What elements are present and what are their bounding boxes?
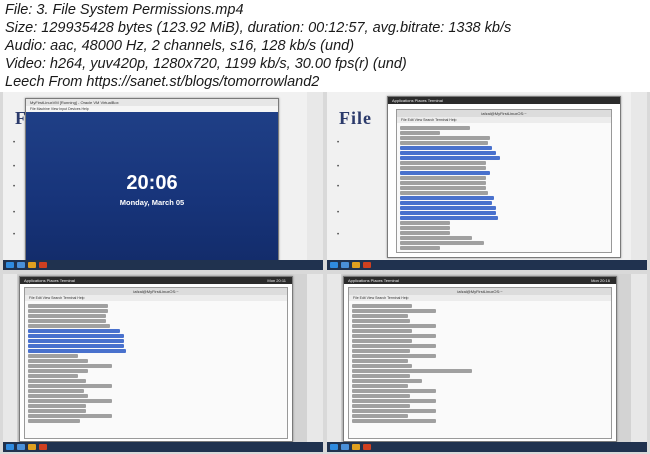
terminal-menu[interactable]: File Edit View Search Terminal Help	[397, 117, 611, 123]
slide-bullet: •	[13, 232, 16, 238]
gnome-apps-menu[interactable]: Applications Places Terminal	[20, 278, 75, 283]
left-panel	[327, 274, 341, 442]
lock-time: 20:06	[126, 172, 178, 194]
slide-bullet: •	[337, 184, 340, 190]
start-icon[interactable]	[6, 262, 14, 268]
folder-icon[interactable]	[352, 262, 360, 268]
gnome-top-bar: Applications Places Terminal Mon 20:11	[20, 277, 292, 284]
right-panel	[307, 92, 323, 260]
terminal-window[interactable]: iafzal@MyFirstLinuxOS:~ File Edit View S…	[24, 287, 288, 439]
slide-bullet: •	[13, 210, 16, 216]
taskbar-app-icon[interactable]	[17, 262, 25, 268]
gnome-clock: Mon 20:11	[267, 278, 286, 283]
vm-title: MyFirstLinuxVM [Running] - Oracle VM Vir…	[26, 99, 278, 106]
audio-info-line: Audio: aac, 48000 Hz, 2 channels, s16, 1…	[5, 38, 355, 54]
taskbar-app-icon[interactable]	[341, 262, 349, 268]
terminal-menu[interactable]: File Edit View Search Terminal Help	[25, 295, 287, 301]
slide-bullet: •	[337, 232, 340, 238]
thumbnail-3[interactable]: Applications Places Terminal Mon 20:11 i…	[3, 274, 323, 452]
terminal-menu[interactable]: File Edit View Search Terminal Help	[349, 295, 611, 301]
taskbar-app-icon[interactable]	[363, 444, 371, 450]
folder-icon[interactable]	[28, 444, 36, 450]
slide-bullet: •	[337, 210, 340, 216]
lock-screen[interactable]: 20:06 Monday, March 05	[26, 112, 278, 261]
folder-icon[interactable]	[352, 444, 360, 450]
taskbar	[327, 442, 647, 452]
thumbnail-2[interactable]: File • • • • • Applications Places Termi…	[327, 92, 647, 270]
start-icon[interactable]	[330, 262, 338, 268]
start-icon[interactable]	[330, 444, 338, 450]
taskbar-app-icon[interactable]	[39, 262, 47, 268]
thumbnail-1[interactable]: File • • • • • MyFirstLinuxVM [Running] …	[3, 92, 323, 270]
taskbar-app-icon[interactable]	[363, 262, 371, 268]
gnome-apps-menu[interactable]: Applications Places Terminal	[344, 278, 399, 283]
gnome-top-bar: Applications Places Terminal Mon 20:16	[344, 277, 616, 284]
start-icon[interactable]	[6, 444, 14, 450]
right-panel	[631, 92, 647, 260]
file-name-line: File: 3. File System Permissions.mp4	[5, 2, 244, 18]
terminal-title: iafzal@MyFirstLinuxOS:~	[25, 288, 287, 295]
video-info-line: Video: h264, yuv420p, 1280x720, 1199 kb/…	[5, 56, 407, 72]
folder-icon[interactable]	[28, 262, 36, 268]
gnome-top-bar: Applications Places Terminal	[388, 97, 620, 104]
vm-window[interactable]: Applications Places Terminal iafzal@MyFi…	[387, 96, 621, 258]
slide-title: File	[339, 108, 372, 128]
vm-window[interactable]: Applications Places Terminal Mon 20:16 i…	[343, 276, 617, 442]
taskbar-app-icon[interactable]	[39, 444, 47, 450]
lock-date: Monday, March 05	[119, 198, 185, 207]
vm-window[interactable]: MyFirstLinuxVM [Running] - Oracle VM Vir…	[25, 98, 279, 262]
taskbar	[3, 260, 323, 270]
taskbar	[3, 442, 323, 452]
slide-bullet: •	[13, 184, 16, 190]
taskbar-app-icon[interactable]	[17, 444, 25, 450]
gnome-apps-menu[interactable]: Applications Places Terminal	[388, 98, 443, 103]
gnome-clock: Mon 20:16	[591, 278, 610, 283]
leech-line: Leech From https://sanet.st/blogs/tomorr…	[5, 74, 320, 90]
taskbar	[327, 260, 647, 270]
terminal-window[interactable]: iafzal@MyFirstLinuxOS:~ File Edit View S…	[348, 287, 612, 439]
terminal-title: iafzal@MyFirstLinuxOS:~	[397, 110, 611, 117]
right-panel	[631, 274, 647, 442]
thumbnail-4[interactable]: Applications Places Terminal Mon 20:16 i…	[327, 274, 647, 452]
left-panel	[3, 274, 17, 442]
video-info-header: File: 3. File System Permissions.mp4 Siz…	[0, 0, 650, 92]
terminal-title: iafzal@MyFirstLinuxOS:~	[349, 288, 611, 295]
terminal-window[interactable]: iafzal@MyFirstLinuxOS:~ File Edit View S…	[396, 109, 612, 253]
file-size-line: Size: 129935428 bytes (123.92 MiB), dura…	[5, 20, 512, 36]
taskbar-app-icon[interactable]	[341, 444, 349, 450]
slide-bullet: •	[337, 164, 340, 170]
right-panel	[307, 274, 323, 442]
slide-bullet: •	[13, 164, 16, 170]
slide-bullet: •	[13, 140, 16, 146]
thumbnail-grid: File • • • • • MyFirstLinuxVM [Running] …	[0, 92, 650, 454]
slide-bullet: •	[337, 140, 340, 146]
vm-window[interactable]: Applications Places Terminal Mon 20:11 i…	[19, 276, 293, 442]
